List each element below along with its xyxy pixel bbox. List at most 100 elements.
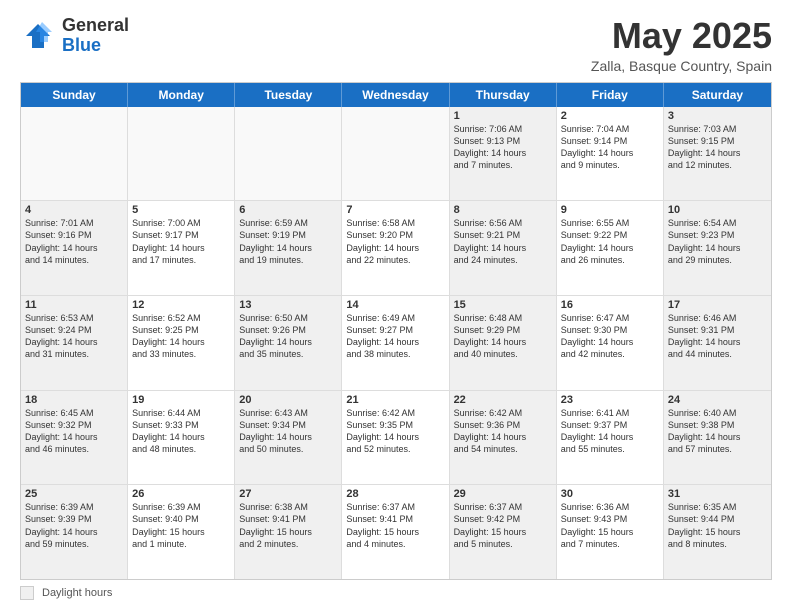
day-number: 19 xyxy=(132,394,230,406)
table-row: 9Sunrise: 6:55 AMSunset: 9:22 PMDaylight… xyxy=(557,201,664,295)
header: General Blue May 2025 Zalla, Basque Coun… xyxy=(20,16,772,74)
cell-text: Sunrise: 6:42 AMSunset: 9:35 PMDaylight:… xyxy=(346,407,444,456)
cell-text: Sunrise: 6:36 AMSunset: 9:43 PMDaylight:… xyxy=(561,501,659,550)
table-row: 11Sunrise: 6:53 AMSunset: 9:24 PMDayligh… xyxy=(21,296,128,390)
table-row: 18Sunrise: 6:45 AMSunset: 9:32 PMDayligh… xyxy=(21,391,128,485)
day-number: 1 xyxy=(454,110,552,122)
cell-text: Sunrise: 6:38 AMSunset: 9:41 PMDaylight:… xyxy=(239,501,337,550)
table-row xyxy=(342,107,449,201)
logo-blue: Blue xyxy=(62,36,129,56)
table-row: 10Sunrise: 6:54 AMSunset: 9:23 PMDayligh… xyxy=(664,201,771,295)
table-row: 21Sunrise: 6:42 AMSunset: 9:35 PMDayligh… xyxy=(342,391,449,485)
table-row: 29Sunrise: 6:37 AMSunset: 9:42 PMDayligh… xyxy=(450,485,557,579)
day-number: 13 xyxy=(239,299,337,311)
header-friday: Friday xyxy=(557,83,664,107)
day-number: 30 xyxy=(561,488,659,500)
table-row: 2Sunrise: 7:04 AMSunset: 9:14 PMDaylight… xyxy=(557,107,664,201)
day-number: 27 xyxy=(239,488,337,500)
day-number: 8 xyxy=(454,204,552,216)
cell-text: Sunrise: 6:52 AMSunset: 9:25 PMDaylight:… xyxy=(132,312,230,361)
cell-text: Sunrise: 6:40 AMSunset: 9:38 PMDaylight:… xyxy=(668,407,767,456)
header-monday: Monday xyxy=(128,83,235,107)
calendar: Sunday Monday Tuesday Wednesday Thursday… xyxy=(20,82,772,580)
day-number: 4 xyxy=(25,204,123,216)
table-row: 5Sunrise: 7:00 AMSunset: 9:17 PMDaylight… xyxy=(128,201,235,295)
header-sunday: Sunday xyxy=(21,83,128,107)
day-number: 3 xyxy=(668,110,767,122)
day-number: 11 xyxy=(25,299,123,311)
table-row: 13Sunrise: 6:50 AMSunset: 9:26 PMDayligh… xyxy=(235,296,342,390)
cell-text: Sunrise: 6:44 AMSunset: 9:33 PMDaylight:… xyxy=(132,407,230,456)
day-number: 29 xyxy=(454,488,552,500)
header-thursday: Thursday xyxy=(450,83,557,107)
header-tuesday: Tuesday xyxy=(235,83,342,107)
cell-text: Sunrise: 6:41 AMSunset: 9:37 PMDaylight:… xyxy=(561,407,659,456)
cell-text: Sunrise: 6:42 AMSunset: 9:36 PMDaylight:… xyxy=(454,407,552,456)
day-number: 6 xyxy=(239,204,337,216)
cell-text: Sunrise: 6:49 AMSunset: 9:27 PMDaylight:… xyxy=(346,312,444,361)
table-row: 28Sunrise: 6:37 AMSunset: 9:41 PMDayligh… xyxy=(342,485,449,579)
day-number: 18 xyxy=(25,394,123,406)
cell-text: Sunrise: 6:58 AMSunset: 9:20 PMDaylight:… xyxy=(346,217,444,266)
table-row: 17Sunrise: 6:46 AMSunset: 9:31 PMDayligh… xyxy=(664,296,771,390)
cell-text: Sunrise: 7:01 AMSunset: 9:16 PMDaylight:… xyxy=(25,217,123,266)
day-number: 2 xyxy=(561,110,659,122)
day-number: 28 xyxy=(346,488,444,500)
cell-text: Sunrise: 6:46 AMSunset: 9:31 PMDaylight:… xyxy=(668,312,767,361)
cell-text: Sunrise: 6:56 AMSunset: 9:21 PMDaylight:… xyxy=(454,217,552,266)
logo-icon xyxy=(20,18,56,54)
day-number: 14 xyxy=(346,299,444,311)
cell-text: Sunrise: 6:37 AMSunset: 9:41 PMDaylight:… xyxy=(346,501,444,550)
table-row: 7Sunrise: 6:58 AMSunset: 9:20 PMDaylight… xyxy=(342,201,449,295)
day-number: 17 xyxy=(668,299,767,311)
table-row: 19Sunrise: 6:44 AMSunset: 9:33 PMDayligh… xyxy=(128,391,235,485)
cell-text: Sunrise: 7:06 AMSunset: 9:13 PMDaylight:… xyxy=(454,123,552,172)
day-number: 7 xyxy=(346,204,444,216)
table-row: 22Sunrise: 6:42 AMSunset: 9:36 PMDayligh… xyxy=(450,391,557,485)
cell-text: Sunrise: 7:00 AMSunset: 9:17 PMDaylight:… xyxy=(132,217,230,266)
table-row: 16Sunrise: 6:47 AMSunset: 9:30 PMDayligh… xyxy=(557,296,664,390)
table-row: 3Sunrise: 7:03 AMSunset: 9:15 PMDaylight… xyxy=(664,107,771,201)
table-row: 14Sunrise: 6:49 AMSunset: 9:27 PMDayligh… xyxy=(342,296,449,390)
table-row: 12Sunrise: 6:52 AMSunset: 9:25 PMDayligh… xyxy=(128,296,235,390)
legend-box xyxy=(20,586,34,600)
calendar-row-3: 11Sunrise: 6:53 AMSunset: 9:24 PMDayligh… xyxy=(21,296,771,391)
day-number: 9 xyxy=(561,204,659,216)
cell-text: Sunrise: 6:55 AMSunset: 9:22 PMDaylight:… xyxy=(561,217,659,266)
cell-text: Sunrise: 6:45 AMSunset: 9:32 PMDaylight:… xyxy=(25,407,123,456)
cell-text: Sunrise: 6:43 AMSunset: 9:34 PMDaylight:… xyxy=(239,407,337,456)
calendar-body: 1Sunrise: 7:06 AMSunset: 9:13 PMDaylight… xyxy=(21,107,771,579)
cell-text: Sunrise: 6:50 AMSunset: 9:26 PMDaylight:… xyxy=(239,312,337,361)
day-number: 24 xyxy=(668,394,767,406)
cell-text: Sunrise: 6:54 AMSunset: 9:23 PMDaylight:… xyxy=(668,217,767,266)
cell-text: Sunrise: 6:39 AMSunset: 9:39 PMDaylight:… xyxy=(25,501,123,550)
table-row: 4Sunrise: 7:01 AMSunset: 9:16 PMDaylight… xyxy=(21,201,128,295)
table-row xyxy=(235,107,342,201)
table-row: 23Sunrise: 6:41 AMSunset: 9:37 PMDayligh… xyxy=(557,391,664,485)
main-title: May 2025 xyxy=(591,16,772,56)
cell-text: Sunrise: 7:04 AMSunset: 9:14 PMDaylight:… xyxy=(561,123,659,172)
calendar-row-1: 1Sunrise: 7:06 AMSunset: 9:13 PMDaylight… xyxy=(21,107,771,202)
table-row: 26Sunrise: 6:39 AMSunset: 9:40 PMDayligh… xyxy=(128,485,235,579)
table-row: 6Sunrise: 6:59 AMSunset: 9:19 PMDaylight… xyxy=(235,201,342,295)
day-number: 25 xyxy=(25,488,123,500)
day-number: 20 xyxy=(239,394,337,406)
logo-text: General Blue xyxy=(62,16,129,56)
day-number: 10 xyxy=(668,204,767,216)
cell-text: Sunrise: 6:53 AMSunset: 9:24 PMDaylight:… xyxy=(25,312,123,361)
header-saturday: Saturday xyxy=(664,83,771,107)
table-row: 20Sunrise: 6:43 AMSunset: 9:34 PMDayligh… xyxy=(235,391,342,485)
cell-text: Sunrise: 6:37 AMSunset: 9:42 PMDaylight:… xyxy=(454,501,552,550)
cell-text: Sunrise: 7:03 AMSunset: 9:15 PMDaylight:… xyxy=(668,123,767,172)
day-number: 5 xyxy=(132,204,230,216)
logo: General Blue xyxy=(20,16,129,56)
table-row: 27Sunrise: 6:38 AMSunset: 9:41 PMDayligh… xyxy=(235,485,342,579)
day-number: 16 xyxy=(561,299,659,311)
day-number: 15 xyxy=(454,299,552,311)
table-row xyxy=(21,107,128,201)
table-row: 25Sunrise: 6:39 AMSunset: 9:39 PMDayligh… xyxy=(21,485,128,579)
day-number: 23 xyxy=(561,394,659,406)
calendar-header: Sunday Monday Tuesday Wednesday Thursday… xyxy=(21,83,771,107)
logo-general: General xyxy=(62,16,129,36)
table-row xyxy=(128,107,235,201)
